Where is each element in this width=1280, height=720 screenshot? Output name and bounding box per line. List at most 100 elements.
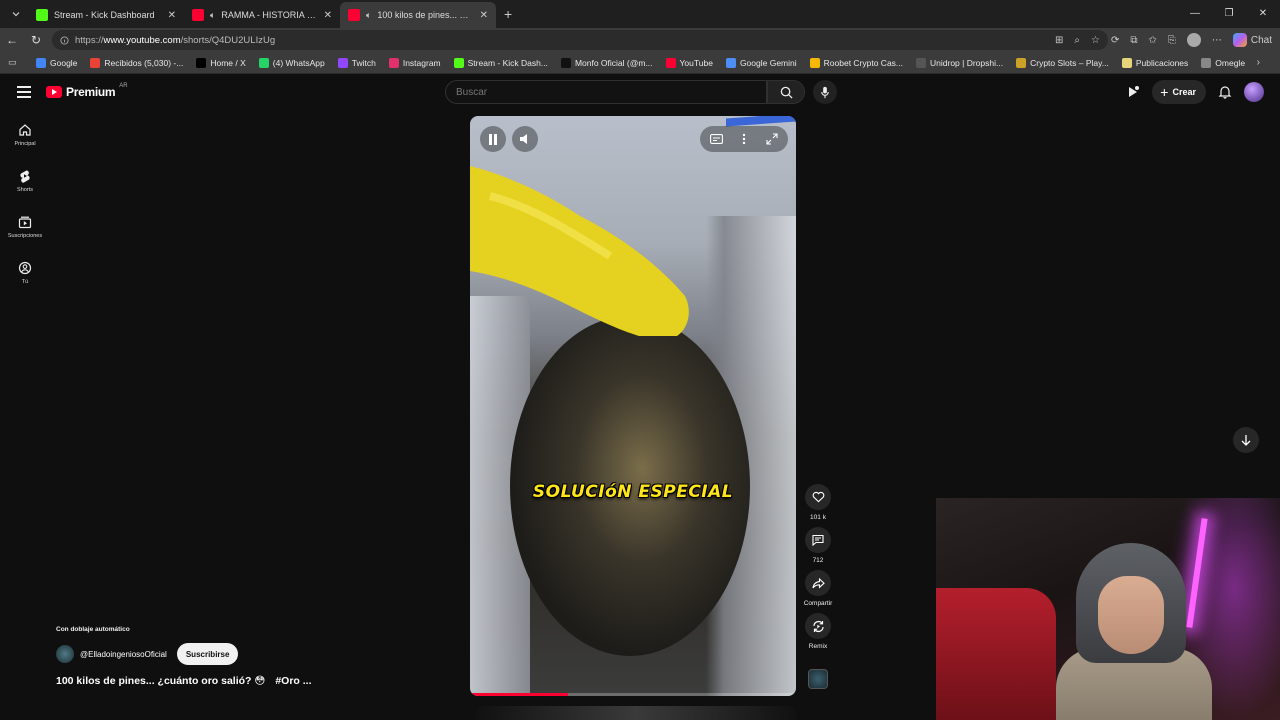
comments-button[interactable]	[805, 527, 831, 553]
menu-icon[interactable]	[17, 86, 31, 98]
bookmark-item[interactable]: Monfo Oficial (@m...	[560, 57, 653, 68]
bookmark-item[interactable]: Stream - Kick Dash...	[453, 57, 548, 68]
youtube-premium-logo[interactable]: Premium AR	[46, 83, 128, 99]
video-progress-bar[interactable]	[470, 693, 796, 696]
bookmark-label: Google Gemini	[739, 57, 797, 68]
speaker-icon[interactable]: 🔈︎	[210, 10, 215, 21]
minimize-icon[interactable]: —	[1178, 0, 1212, 28]
bookmark-item[interactable]: Omegle	[1201, 57, 1246, 68]
bookmark-item[interactable]: Unidrop | Dropshi...	[916, 57, 1003, 68]
bookmark-label: (4) WhatsApp	[272, 57, 325, 68]
tab-active-short[interactable]: 🔈︎ 100 kilos de pines... ¿cuánto o ✕	[340, 2, 496, 28]
bookmark-item[interactable]: (4) WhatsApp	[258, 57, 325, 68]
bookmark-label: Omegle	[1215, 57, 1246, 68]
youtube-play-icon	[46, 86, 62, 98]
youtube-create-ai-icon[interactable]	[1126, 85, 1140, 99]
channel-audio-thumbnail[interactable]	[808, 669, 828, 689]
tab-ramma-historia[interactable]: 🔈︎ RAMMA - HISTORIA (Visualiza ✕	[184, 2, 340, 28]
voice-search-button[interactable]	[813, 80, 837, 104]
profile-avatar[interactable]	[1186, 33, 1201, 47]
close-tab-icon[interactable]: ✕	[168, 10, 176, 21]
subscribe-button[interactable]: Suscribirse	[176, 643, 239, 665]
pause-button[interactable]	[480, 126, 506, 152]
fullscreen-icon[interactable]	[766, 133, 778, 145]
speaker-icon[interactable]: 🔈︎	[366, 10, 371, 21]
close-window-icon[interactable]: ✕	[1246, 0, 1280, 28]
bookmark-item[interactable]: Publicaciones	[1121, 57, 1188, 68]
new-tab-button[interactable]: +	[504, 6, 512, 22]
bookmark-item[interactable]: Twitch	[337, 57, 376, 68]
app-install-icon[interactable]: ⊞	[1055, 35, 1063, 46]
address-bar[interactable]: https://www.youtube.com/shorts/Q4DU2ULIz…	[52, 30, 1108, 50]
more-vertical-icon[interactable]	[742, 133, 746, 145]
bookmark-item[interactable]: Roobet Crypto Cas...	[809, 57, 904, 68]
bookmark-label: Roobet Crypto Cas...	[823, 57, 904, 68]
site-info-icon[interactable]	[60, 35, 69, 45]
short-title-text: 100 kilos de pines... ¿cuánto oro salió?…	[56, 675, 266, 687]
like-action[interactable]: 101 k	[800, 484, 836, 521]
channel-avatar[interactable]	[56, 645, 74, 663]
sidebar-item-principal[interactable]: Principal	[0, 112, 50, 158]
favorites-icon[interactable]: ✩	[1148, 35, 1156, 46]
volume-icon	[520, 134, 527, 144]
tab-actions-menu-button[interactable]	[4, 3, 28, 25]
collections-icon[interactable]: ⎘	[1168, 35, 1176, 46]
bookmark-item[interactable]: Google Gemini	[725, 57, 797, 68]
split-screen-icon[interactable]: ⧉	[1130, 35, 1137, 46]
bookmark-item[interactable]: Recibidos (5,030) -...	[90, 57, 183, 68]
video-progress-fill	[470, 693, 568, 696]
bookmark-item[interactable]: Instagram	[388, 57, 441, 68]
sidebar-item-suscripciones[interactable]: Suscripciones	[0, 204, 50, 250]
copilot-chat-button[interactable]: Chat	[1232, 33, 1272, 47]
next-short-preview	[476, 706, 796, 720]
back-button[interactable]: ←	[0, 33, 24, 47]
bookmark-item[interactable]: Home / X	[196, 57, 246, 68]
remix-action[interactable]: Remix	[800, 613, 836, 650]
like-button[interactable]	[805, 484, 831, 510]
bookmark-label: Crypto Slots – Play...	[1030, 57, 1109, 68]
captions-icon[interactable]	[709, 134, 723, 144]
video-frame-blue-edge	[726, 116, 796, 127]
remix-label: Remix	[808, 643, 828, 650]
remix-button[interactable]	[805, 613, 831, 639]
sidebar-item-label: Tú	[21, 279, 29, 285]
tab-kick-dashboard[interactable]: Stream - Kick Dashboard ✕	[28, 2, 184, 28]
webcam-overlay	[936, 498, 1280, 720]
kick-favicon-icon	[36, 9, 48, 21]
home-icon	[19, 124, 31, 136]
zoom-icon[interactable]: ⌕	[1074, 35, 1080, 46]
create-label: Crear	[1172, 87, 1196, 97]
youtube-header: Premium AR Buscar + Crear	[0, 74, 1280, 112]
share-action[interactable]: Compartir	[800, 570, 836, 607]
shorts-video-player[interactable]: SOLUCIóN ESPECIAL	[470, 116, 796, 696]
channel-name[interactable]: @ElladoingeniosoOficial	[80, 650, 167, 659]
sidebar-item-label: Shorts	[17, 187, 33, 193]
tab-search-icon[interactable]: ▭	[8, 57, 22, 68]
close-tab-icon[interactable]: ✕	[324, 10, 332, 21]
comments-action[interactable]: 712	[800, 527, 836, 564]
notifications-bell-icon[interactable]	[1218, 85, 1232, 99]
bookmark-item[interactable]: Google	[36, 57, 77, 68]
search-button[interactable]	[767, 80, 805, 104]
sidebar-item-tu[interactable]: Tú	[0, 250, 50, 296]
more-bookmarks-chevron-icon[interactable]: ›	[1257, 57, 1260, 68]
hashtag-link[interactable]: #Oro ...	[275, 675, 311, 687]
sidebar-item-shorts[interactable]: Shorts	[0, 158, 50, 204]
share-button[interactable]	[805, 570, 831, 596]
reload-button[interactable]: ↻	[24, 33, 48, 47]
url-path: /shorts/Q4DU2ULIzUg	[180, 34, 276, 46]
close-tab-icon[interactable]: ✕	[480, 10, 488, 21]
search-input[interactable]: Buscar	[445, 80, 767, 104]
bookmark-item[interactable]: Crypto Slots – Play...	[1016, 57, 1109, 68]
extensions-icon[interactable]: ⟳	[1111, 35, 1119, 46]
volume-button[interactable]	[512, 126, 538, 152]
maximize-icon[interactable]: ❐	[1212, 0, 1246, 28]
more-options-icon[interactable]: ⋯	[1212, 35, 1222, 46]
favorite-star-icon[interactable]: ☆	[1091, 35, 1100, 46]
create-button[interactable]: + Crear	[1152, 80, 1206, 104]
bookmark-item[interactable]: YouTube	[665, 57, 713, 68]
next-short-button[interactable]	[1233, 427, 1259, 453]
player-top-right-controls	[700, 126, 788, 152]
short-title[interactable]: 100 kilos de pines... ¿cuánto oro salió?…	[56, 675, 312, 687]
user-avatar[interactable]	[1244, 82, 1264, 102]
